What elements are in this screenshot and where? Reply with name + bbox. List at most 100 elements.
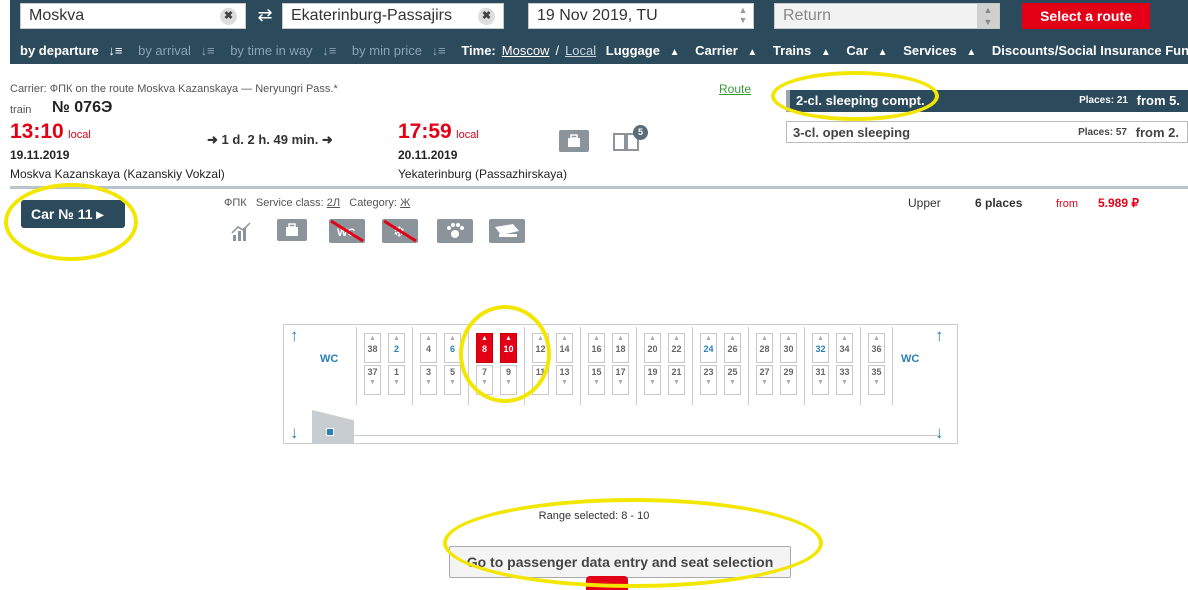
to-input[interactable]: Ekaterinburg-Passajirs ✖ xyxy=(282,3,504,29)
sort-by-arrival[interactable]: by arrival ↓≡ xyxy=(138,43,220,58)
sort-by-min-price[interactable]: by min price ↓≡ xyxy=(352,43,452,58)
clear-from-icon[interactable]: ✖ xyxy=(220,8,237,25)
return-date-input[interactable]: Return ▲ ▼ xyxy=(774,3,1000,29)
seat-22[interactable]: ▲ 22 xyxy=(668,333,685,363)
filter-car[interactable]: Car ▲ xyxy=(846,43,893,58)
seat-34[interactable]: ▲ 34 xyxy=(836,333,853,363)
seat-38[interactable]: ▲ 38 xyxy=(364,333,381,363)
seat-16[interactable]: ▲ 16 xyxy=(588,333,605,363)
seat-5[interactable]: 5 ▼ xyxy=(444,365,461,395)
wc-label: WC xyxy=(320,353,339,365)
seat-29[interactable]: 29 ▼ xyxy=(780,365,797,395)
seat-37[interactable]: 37 ▼ xyxy=(364,365,381,395)
time-label: Time: xyxy=(461,43,496,58)
arrival-time: 17:59 local xyxy=(398,120,479,143)
seat-arrow-icon: ▼ xyxy=(873,379,880,386)
from-value: Moskva xyxy=(29,7,85,24)
seat-36[interactable]: ▲ 36 xyxy=(868,333,885,363)
exit-up-arrow-icon: ↑ xyxy=(290,326,299,345)
seat-number: 31 xyxy=(815,367,826,377)
car-price: 5.989 ₽ xyxy=(1098,196,1139,210)
time-local-link[interactable]: Local xyxy=(565,43,596,58)
filter-luggage[interactable]: Luggage ▲ xyxy=(606,43,686,58)
booking-page: Moskva ✖ ⇄ Ekaterinburg-Passajirs ✖ 19 N… xyxy=(0,0,1188,590)
select-route-button[interactable]: Select a route xyxy=(1022,3,1150,29)
seat-arrow-icon: ▲ xyxy=(817,335,824,342)
filter-services[interactable]: Services ▲ xyxy=(903,43,982,58)
seat-arrow-icon: ▲ xyxy=(841,335,848,342)
seat-number: 36 xyxy=(871,344,882,354)
pets-icon xyxy=(437,219,473,243)
departure-time: 13:10 local xyxy=(10,120,91,143)
from-input[interactable]: Moskva ✖ xyxy=(20,3,246,29)
seat-33[interactable]: 33 ▼ xyxy=(836,365,853,395)
route-link[interactable]: Route xyxy=(719,82,751,96)
filter-trains[interactable]: Trains ▲ xyxy=(773,43,837,58)
class-label: 3-cl. open sleeping xyxy=(793,125,911,140)
sort-icon: ↓≡ xyxy=(200,43,215,58)
filter-discounts[interactable]: Discounts/Social Insurance Fund ▲ xyxy=(992,43,1188,58)
highlight-annotation xyxy=(4,183,138,261)
class-tab-open-sleeping[interactable]: 3-cl. open sleeping Places: 57 from 2. xyxy=(786,121,1188,143)
seat-17[interactable]: 17 ▼ xyxy=(612,365,629,395)
class-from-price: from 2. xyxy=(1135,125,1179,140)
date-value: 19 Nov 2019, TU xyxy=(537,7,658,24)
seat-21[interactable]: 21 ▼ xyxy=(668,365,685,395)
seat-13[interactable]: 13 ▼ xyxy=(556,365,573,395)
seat-number: 17 xyxy=(615,367,626,377)
seat-number: 32 xyxy=(815,344,826,354)
luggage-icon xyxy=(559,130,589,152)
class-from-price: from 5. xyxy=(1136,93,1180,108)
sort-icon: ↓≡ xyxy=(322,43,337,58)
seat-3[interactable]: 3 ▼ xyxy=(420,365,437,395)
seat-19[interactable]: 19 ▼ xyxy=(644,365,661,395)
seat-number: 23 xyxy=(703,367,714,377)
seat-24[interactable]: ▲ 24 xyxy=(700,333,717,363)
category-value[interactable]: Ж xyxy=(400,197,410,209)
seat-4[interactable]: ▲ 4 xyxy=(420,333,437,363)
seat-20[interactable]: ▲ 20 xyxy=(644,333,661,363)
seat-number: 37 xyxy=(367,367,378,377)
seat-25[interactable]: 25 ▼ xyxy=(724,365,741,395)
triangle-up-icon: ▲ xyxy=(877,47,888,58)
sort-by-departure[interactable]: by departure ↓≡ xyxy=(20,43,128,58)
seat-arrow-icon: ▲ xyxy=(729,335,736,342)
seat-28[interactable]: ▲ 28 xyxy=(756,333,773,363)
swap-direction-icon[interactable]: ⇄ xyxy=(254,5,276,26)
seat-32[interactable]: ▲ 32 xyxy=(812,333,829,363)
bedding-icon xyxy=(489,219,525,243)
time-moscow-link[interactable]: Moscow xyxy=(502,43,550,58)
service-class-value[interactable]: 2Л xyxy=(327,197,340,209)
seat-number: 15 xyxy=(591,367,602,377)
seat-27[interactable]: 27 ▼ xyxy=(756,365,773,395)
filter-carrier[interactable]: Carrier ▲ xyxy=(695,43,763,58)
seat-15[interactable]: 15 ▼ xyxy=(588,365,605,395)
seat-number: 24 xyxy=(703,344,714,354)
date-spinner-icon[interactable]: ▲ ▼ xyxy=(737,5,749,27)
departure-date: 19.11.2019 xyxy=(10,148,70,162)
seat-23[interactable]: 23 ▼ xyxy=(700,365,717,395)
seat-number: 16 xyxy=(591,344,602,354)
seat-26[interactable]: ▲ 26 xyxy=(724,333,741,363)
highlight-annotation xyxy=(459,305,551,403)
seat-31[interactable]: 31 ▼ xyxy=(812,365,829,395)
seat-14[interactable]: ▲ 14 xyxy=(556,333,573,363)
sort-by-time-in-way[interactable]: by time in way ↓≡ xyxy=(230,43,342,58)
clear-to-icon[interactable]: ✖ xyxy=(478,8,495,25)
seat-35[interactable]: 35 ▼ xyxy=(868,365,885,395)
compartment-divider xyxy=(692,327,693,405)
date-input[interactable]: 19 Nov 2019, TU ▲ ▼ xyxy=(528,3,754,29)
seat-number: 21 xyxy=(671,367,682,377)
compartment-divider xyxy=(412,327,413,405)
time-sep: / xyxy=(555,43,560,58)
section-divider xyxy=(10,186,1188,189)
seat-1[interactable]: 1 ▼ xyxy=(388,365,405,395)
cars-count-badge: 5 xyxy=(633,125,648,140)
return-spinner-icon[interactable]: ▲ ▼ xyxy=(977,4,999,28)
seat-2[interactable]: ▲ 2 xyxy=(388,333,405,363)
seat-arrow-icon: ▲ xyxy=(593,335,600,342)
compartment-divider xyxy=(748,327,749,405)
seat-18[interactable]: ▲ 18 xyxy=(612,333,629,363)
seat-30[interactable]: ▲ 30 xyxy=(780,333,797,363)
exit-up-arrow-icon: ↑ xyxy=(935,326,944,345)
